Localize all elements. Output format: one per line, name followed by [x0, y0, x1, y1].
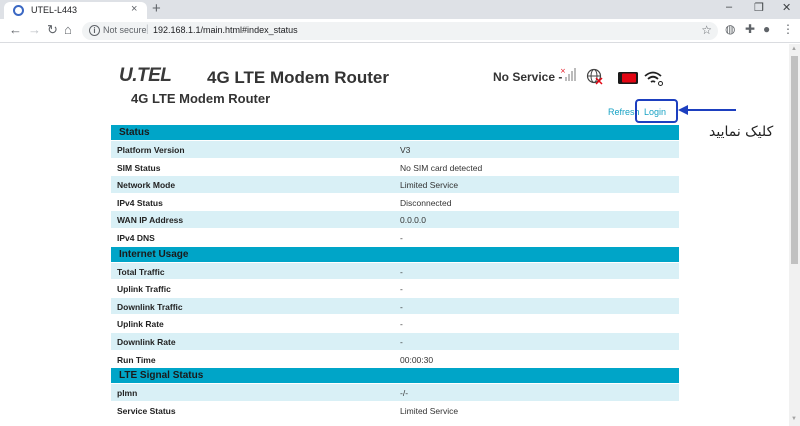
- new-tab-button[interactable]: +: [152, 0, 161, 17]
- wifi-icon: [644, 71, 663, 86]
- row-label: Platform Version: [117, 145, 185, 155]
- row-value: -: [400, 266, 403, 277]
- row-value: Limited Service: [400, 180, 459, 191]
- address-bar[interactable]: i Not secure | 192.168.1.1/main.html#ind…: [82, 22, 718, 40]
- product-subtitle: 4G LTE Modem Router: [131, 91, 271, 106]
- table-row: Uplink Traffic -: [111, 279, 679, 297]
- row-value: Limited Service: [400, 405, 459, 416]
- row-label: Uplink Rate: [117, 319, 164, 330]
- reload-icon[interactable]: ↻: [47, 22, 58, 38]
- url-separator: |: [146, 24, 149, 35]
- forward-arrow-icon[interactable]: →: [28, 22, 41, 37]
- info-icon[interactable]: i: [89, 25, 100, 36]
- row-label: IPv4 Status: [117, 197, 163, 208]
- globe-disconnected-icon: [586, 68, 603, 85]
- row-label: Service Status: [117, 405, 176, 416]
- login-link[interactable]: Login: [644, 107, 666, 117]
- row-value: -: [400, 319, 403, 330]
- signal-strength-icon: ×: [560, 67, 576, 81]
- table-row: Downlink Traffic -: [111, 296, 679, 315]
- browser-tab-strip: UTEL-L443 × + – ❐ ✕: [0, 0, 800, 19]
- restore-button[interactable]: ❐: [754, 1, 764, 14]
- row-value: Disconnected: [400, 197, 452, 208]
- tab-title: UTEL-L443: [31, 5, 78, 15]
- page-content: U.TEL 4G LTE Modem Router 4G LTE Modem R…: [0, 44, 789, 426]
- annotation-arrow-icon: [678, 105, 736, 115]
- row-label: Downlink Traffic: [117, 301, 183, 312]
- table-row: Uplink Rate -: [111, 314, 679, 332]
- row-label: plmn: [117, 388, 138, 399]
- extension-globe-icon[interactable]: ◍: [725, 22, 735, 36]
- section-header: Status: [111, 124, 679, 140]
- row-value: -/-: [400, 388, 409, 399]
- scrollbar[interactable]: ▲ ▼: [789, 44, 800, 426]
- browser-tab[interactable]: UTEL-L443 ×: [4, 2, 147, 19]
- row-label: Downlink Rate: [117, 336, 176, 347]
- scroll-down-icon[interactable]: ▼: [791, 416, 797, 422]
- table-row: Platform Version V3: [111, 140, 679, 158]
- scroll-up-icon[interactable]: ▲: [791, 46, 797, 52]
- svg-text:×: ×: [560, 67, 566, 75]
- globe-favicon-icon: [13, 5, 24, 16]
- table-row: Run Time 00:00:30: [111, 349, 679, 368]
- close-window-button[interactable]: ✕: [782, 1, 791, 14]
- minimize-button[interactable]: –: [726, 1, 732, 13]
- network-status: No Service -: [493, 70, 563, 84]
- table-row: IPv4 Status Disconnected: [111, 192, 679, 211]
- table-row: SIM Status No SIM card detected: [111, 157, 679, 176]
- row-value: -: [400, 284, 403, 295]
- table-row: Total Traffic -: [111, 261, 679, 280]
- row-label: IPv4 DNS: [117, 232, 155, 243]
- section-header: Internet Usage: [111, 245, 679, 262]
- back-arrow-icon[interactable]: ←: [9, 22, 22, 37]
- table-row: Downlink Rate -: [111, 331, 679, 350]
- row-label: Run Time: [117, 354, 156, 365]
- row-value: 0.0.0.0: [400, 215, 426, 226]
- row-value: 00:00:30: [400, 354, 434, 365]
- row-label: Uplink Traffic: [117, 284, 171, 295]
- table-row: Network Mode Limited Service: [111, 175, 679, 193]
- click-annotation: کلیک نمایید: [709, 124, 774, 140]
- sim-card-icon: [618, 72, 638, 84]
- row-label: Total Traffic: [117, 266, 165, 277]
- utel-logo: U.TEL: [119, 65, 172, 86]
- profile-avatar-icon[interactable]: ●: [763, 22, 770, 36]
- row-value: No SIM card detected: [400, 162, 483, 173]
- browser-toolbar: ← → ↻ ⌂ i Not secure | 192.168.1.1/main.…: [0, 19, 800, 43]
- row-label: WAN IP Address: [117, 215, 184, 226]
- menu-kebab-icon[interactable]: ⋮: [782, 22, 794, 36]
- home-icon[interactable]: ⌂: [64, 22, 72, 37]
- table-row: WAN IP Address 0.0.0.0: [111, 210, 679, 228]
- row-value: -: [400, 336, 403, 347]
- close-tab-icon[interactable]: ×: [131, 3, 137, 15]
- table-row: plmn -/-: [111, 383, 679, 401]
- table-row: IPv4 DNS -: [111, 227, 679, 246]
- not-secure-label: Not secure: [103, 25, 147, 35]
- extensions-puzzle-icon[interactable]: ✚: [745, 22, 755, 36]
- row-value: -: [400, 232, 403, 243]
- scroll-thumb[interactable]: [791, 56, 798, 264]
- product-title: 4G LTE Modem Router: [207, 68, 389, 87]
- row-value: -: [400, 301, 403, 312]
- table-row: Service Status Limited Service: [111, 400, 679, 419]
- row-label: SIM Status: [117, 162, 161, 173]
- section-header: LTE Signal Status: [111, 367, 679, 384]
- url-text[interactable]: 192.168.1.1/main.html#index_status: [153, 25, 298, 35]
- row-value: V3: [400, 145, 411, 155]
- status-table: Status Platform Version V3 SIM Status No SIM…: [111, 124, 679, 419]
- bookmark-star-icon[interactable]: ☆: [701, 23, 712, 37]
- row-label: Network Mode: [117, 180, 176, 191]
